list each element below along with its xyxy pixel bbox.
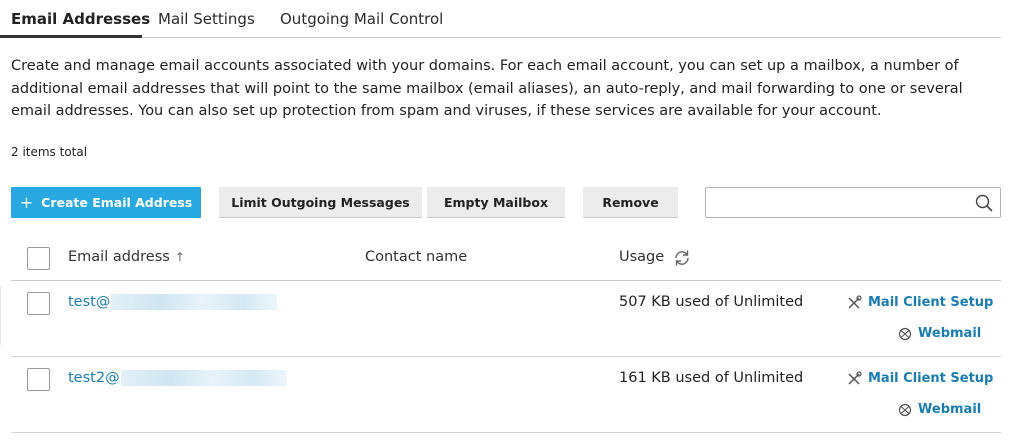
webmail-label: Webmail <box>918 326 982 341</box>
refresh-icon[interactable] <box>672 248 692 268</box>
tools-icon <box>848 371 862 385</box>
page-description: Create and manage email accounts associa… <box>11 58 963 119</box>
column-email-address[interactable]: Email address ↑ <box>68 249 185 265</box>
row-checkbox[interactable] <box>27 368 50 391</box>
select-all-checkbox[interactable] <box>27 247 50 270</box>
webmail-label: Webmail <box>918 402 982 417</box>
table-row: test@ 507 KB used of Unlimited Mail Clie… <box>11 281 1001 357</box>
empty-mailbox-button[interactable]: Empty Mailbox <box>427 187 565 218</box>
tab-mail-settings[interactable]: Mail Settings <box>158 10 255 28</box>
email-address-link[interactable]: test2@ <box>68 370 287 386</box>
webmail-link[interactable]: Webmail <box>898 402 981 417</box>
search-field[interactable] <box>705 187 1001 218</box>
email-address-text: test2@ <box>68 370 120 386</box>
mail-client-setup-label: Mail Client Setup <box>868 295 994 310</box>
create-email-address-button[interactable]: + Create Email Address <box>11 187 201 218</box>
column-email-label: Email address <box>68 249 170 265</box>
mail-client-setup-label: Mail Client Setup <box>868 371 994 386</box>
remove-button[interactable]: Remove <box>583 187 678 218</box>
column-contact-name[interactable]: Contact name <box>365 249 467 265</box>
redacted-domain <box>111 294 278 310</box>
tab-bar: Email Addresses Mail Settings Outgoing M… <box>0 0 1001 38</box>
create-email-address-label: Create Email Address <box>41 195 193 210</box>
usage-value: 161 KB used of Unlimited <box>619 370 804 386</box>
redacted-domain <box>120 370 287 386</box>
globe-icon <box>898 403 912 416</box>
column-usage[interactable]: Usage <box>619 249 664 265</box>
active-tab-indicator <box>0 35 142 38</box>
row-checkbox[interactable] <box>27 292 50 315</box>
email-address-link[interactable]: test@ <box>68 294 278 310</box>
email-address-text: test@ <box>68 294 111 310</box>
items-total: 2 items total <box>11 145 88 159</box>
table-header: Email address ↑ Contact name Usage <box>11 238 1001 281</box>
limit-outgoing-messages-button[interactable]: Limit Outgoing Messages <box>219 187 422 218</box>
mail-client-setup-link[interactable]: Mail Client Setup <box>847 295 993 310</box>
search-icon[interactable] <box>974 193 994 213</box>
tools-icon <box>848 295 862 309</box>
search-input[interactable] <box>706 188 966 217</box>
tab-email-addresses[interactable]: Email Addresses <box>11 10 150 28</box>
tab-outgoing-mail-control[interactable]: Outgoing Mail Control <box>280 10 443 28</box>
usage-value: 507 KB used of Unlimited <box>619 294 804 310</box>
globe-icon <box>898 327 912 340</box>
webmail-link[interactable]: Webmail <box>898 326 981 341</box>
sort-ascending-icon: ↑ <box>174 250 185 264</box>
plus-icon: + <box>19 192 34 212</box>
divider <box>0 285 1 345</box>
mail-client-setup-link[interactable]: Mail Client Setup <box>847 371 993 386</box>
table-row: test2@ 161 KB used of Unlimited Mail Cli… <box>11 357 1001 433</box>
